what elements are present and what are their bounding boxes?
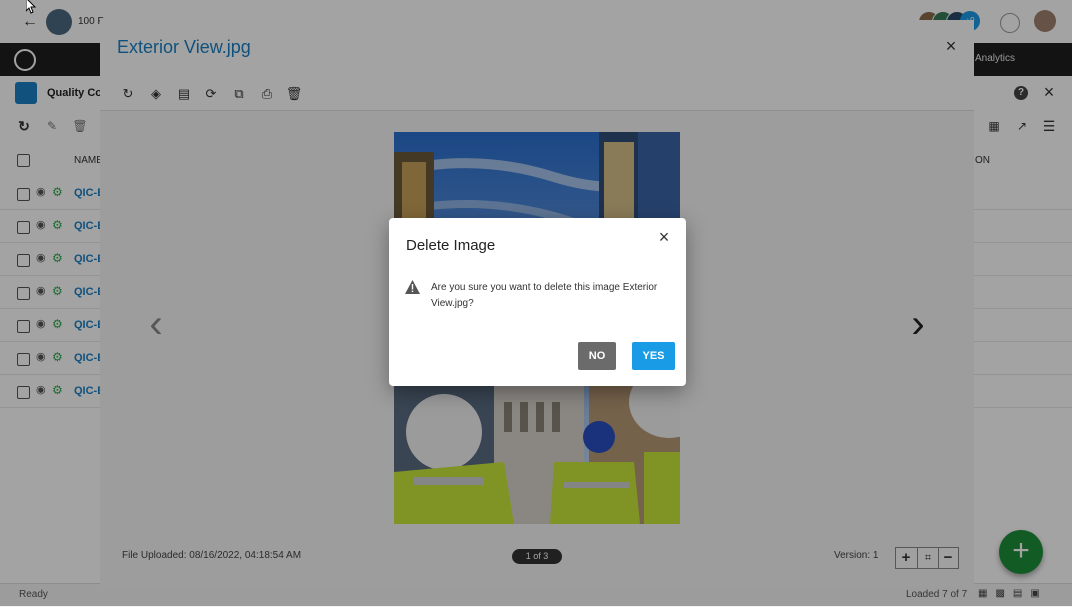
dialog-message: Are you sure you want to delete this ima… <box>431 282 658 309</box>
close-dialog-icon[interactable]: × <box>655 228 673 246</box>
yes-button[interactable]: YES <box>632 342 675 370</box>
mouse-cursor-icon <box>25 0 38 14</box>
warning-icon <box>405 280 420 294</box>
delete-confirm-dialog: Delete Image × Are you sure you want to … <box>389 218 686 386</box>
no-button[interactable]: NO <box>578 342 616 370</box>
dialog-title: Delete Image <box>406 237 496 254</box>
